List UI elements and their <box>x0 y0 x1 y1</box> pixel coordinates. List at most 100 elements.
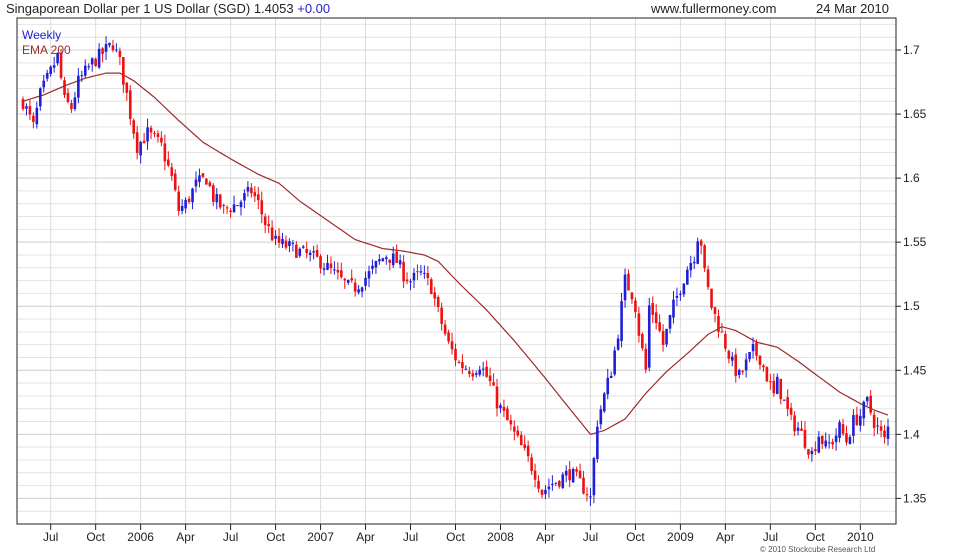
candle-body <box>340 270 343 278</box>
candle-up <box>378 254 381 265</box>
x-tick-label: Jul <box>583 530 598 544</box>
candle-body <box>724 334 727 349</box>
candle-up <box>876 417 879 434</box>
candle-up <box>367 265 371 288</box>
candle-down <box>433 286 437 307</box>
candle-up <box>564 465 568 483</box>
candle-down <box>582 470 585 495</box>
candle-body <box>267 223 270 227</box>
candle-body <box>530 457 533 471</box>
candle-body <box>734 354 738 377</box>
candle-up <box>474 370 478 378</box>
x-tick-label: Jul <box>403 530 418 544</box>
candle-body <box>547 486 551 490</box>
candle-body <box>509 420 513 425</box>
x-tick-label: Oct <box>266 530 285 544</box>
x-tick-label: Apr <box>356 530 375 544</box>
candle-down <box>568 461 571 488</box>
candle-body <box>118 50 122 57</box>
candle-down <box>468 366 471 378</box>
candle-down <box>250 183 253 198</box>
candle-body <box>495 386 499 409</box>
candle-body <box>682 283 686 295</box>
grid-lines <box>17 18 896 524</box>
candle-body <box>478 369 482 375</box>
candle-body <box>720 331 724 333</box>
candle-body <box>291 242 295 244</box>
candle-body <box>167 159 170 166</box>
candle-body <box>423 272 426 274</box>
candle-body <box>644 348 648 370</box>
candle-body <box>554 482 558 484</box>
candle-body <box>741 371 744 373</box>
candle-body <box>883 430 886 438</box>
candle-down <box>153 130 156 138</box>
candle-up <box>886 418 890 446</box>
candle-body <box>468 371 471 374</box>
x-tick-label: 2007 <box>307 530 334 544</box>
candle-down <box>772 373 776 397</box>
candle-body <box>378 259 381 262</box>
candle-down <box>634 297 637 318</box>
candle-body <box>620 301 623 341</box>
candle-down <box>66 88 70 104</box>
candle-down <box>315 244 319 258</box>
candle-body <box>827 442 831 444</box>
candle-down <box>758 355 762 370</box>
candle-down <box>720 322 724 333</box>
candle-up <box>782 399 786 402</box>
candle-body <box>45 73 49 79</box>
candle-body <box>101 48 104 54</box>
candle-body <box>744 359 748 371</box>
candle-down <box>21 96 25 111</box>
candle-body <box>115 49 118 51</box>
x-tick-label: Jul <box>43 530 58 544</box>
candle-body <box>769 381 772 383</box>
y-tick-label: 1.4 <box>903 427 920 441</box>
candle-body <box>703 245 706 269</box>
candle-body <box>786 397 789 409</box>
candle-body <box>222 205 225 207</box>
candle-body <box>824 440 828 447</box>
candle-up <box>852 409 855 444</box>
candle-down <box>277 228 281 248</box>
candle-body <box>63 80 66 95</box>
candle-body <box>661 331 665 345</box>
candle-down <box>405 272 409 285</box>
candle-down <box>710 288 713 310</box>
candle-down <box>177 185 180 216</box>
y-tick-label: 1.65 <box>903 107 927 121</box>
candle-body <box>765 367 769 382</box>
candle-body <box>288 241 291 246</box>
candle-body <box>841 424 845 434</box>
candle-body <box>834 435 838 443</box>
candle-up <box>115 43 118 53</box>
candle-up <box>385 255 388 265</box>
candle-up <box>42 74 46 93</box>
candle-up <box>97 43 101 69</box>
candle-body <box>568 469 571 481</box>
candle-down <box>533 463 537 488</box>
candle-body <box>122 57 125 85</box>
x-tick-label: Oct <box>806 530 825 544</box>
candle-down <box>402 255 405 289</box>
candle-body <box>710 288 713 308</box>
candle-body <box>634 300 637 313</box>
candle-body <box>163 143 167 162</box>
candle-body <box>367 271 371 279</box>
candle-up <box>246 181 250 197</box>
candle-up <box>682 283 686 298</box>
candle-body <box>263 216 267 226</box>
candle-down <box>855 406 859 427</box>
candle-up <box>865 396 869 406</box>
candle-body <box>855 414 859 425</box>
candle-up <box>326 254 329 271</box>
x-tick-label: Apr <box>536 530 555 544</box>
plot-frame <box>16 17 897 525</box>
candle-body <box>343 278 347 281</box>
candle-up <box>686 266 689 285</box>
candle-down <box>845 425 848 446</box>
candle-body <box>523 444 526 448</box>
x-tick-label: Apr <box>716 530 735 544</box>
candle-body <box>609 375 613 379</box>
